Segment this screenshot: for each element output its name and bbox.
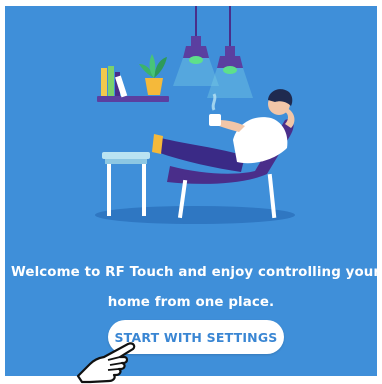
side-table <box>102 152 150 216</box>
book <box>108 66 114 96</box>
floor-shadow <box>95 206 295 224</box>
plant-icon <box>139 54 167 95</box>
book <box>101 68 107 96</box>
relaxing-person-illustration <box>95 6 295 224</box>
start-with-settings-button[interactable]: START WITH SETTINGS <box>108 320 284 354</box>
welcome-message: Welcome to RF Touch and enjoy controllin… <box>11 258 377 318</box>
onboarding-screen: Welcome to RF Touch and enjoy controllin… <box>5 6 377 376</box>
welcome-line-1: Welcome to RF Touch and enjoy controllin… <box>11 265 377 280</box>
coffee-cup-icon <box>209 93 221 126</box>
wall-shelf <box>97 54 169 102</box>
pendant-lamps <box>173 6 253 98</box>
welcome-line-2: home from one place. <box>107 295 275 310</box>
